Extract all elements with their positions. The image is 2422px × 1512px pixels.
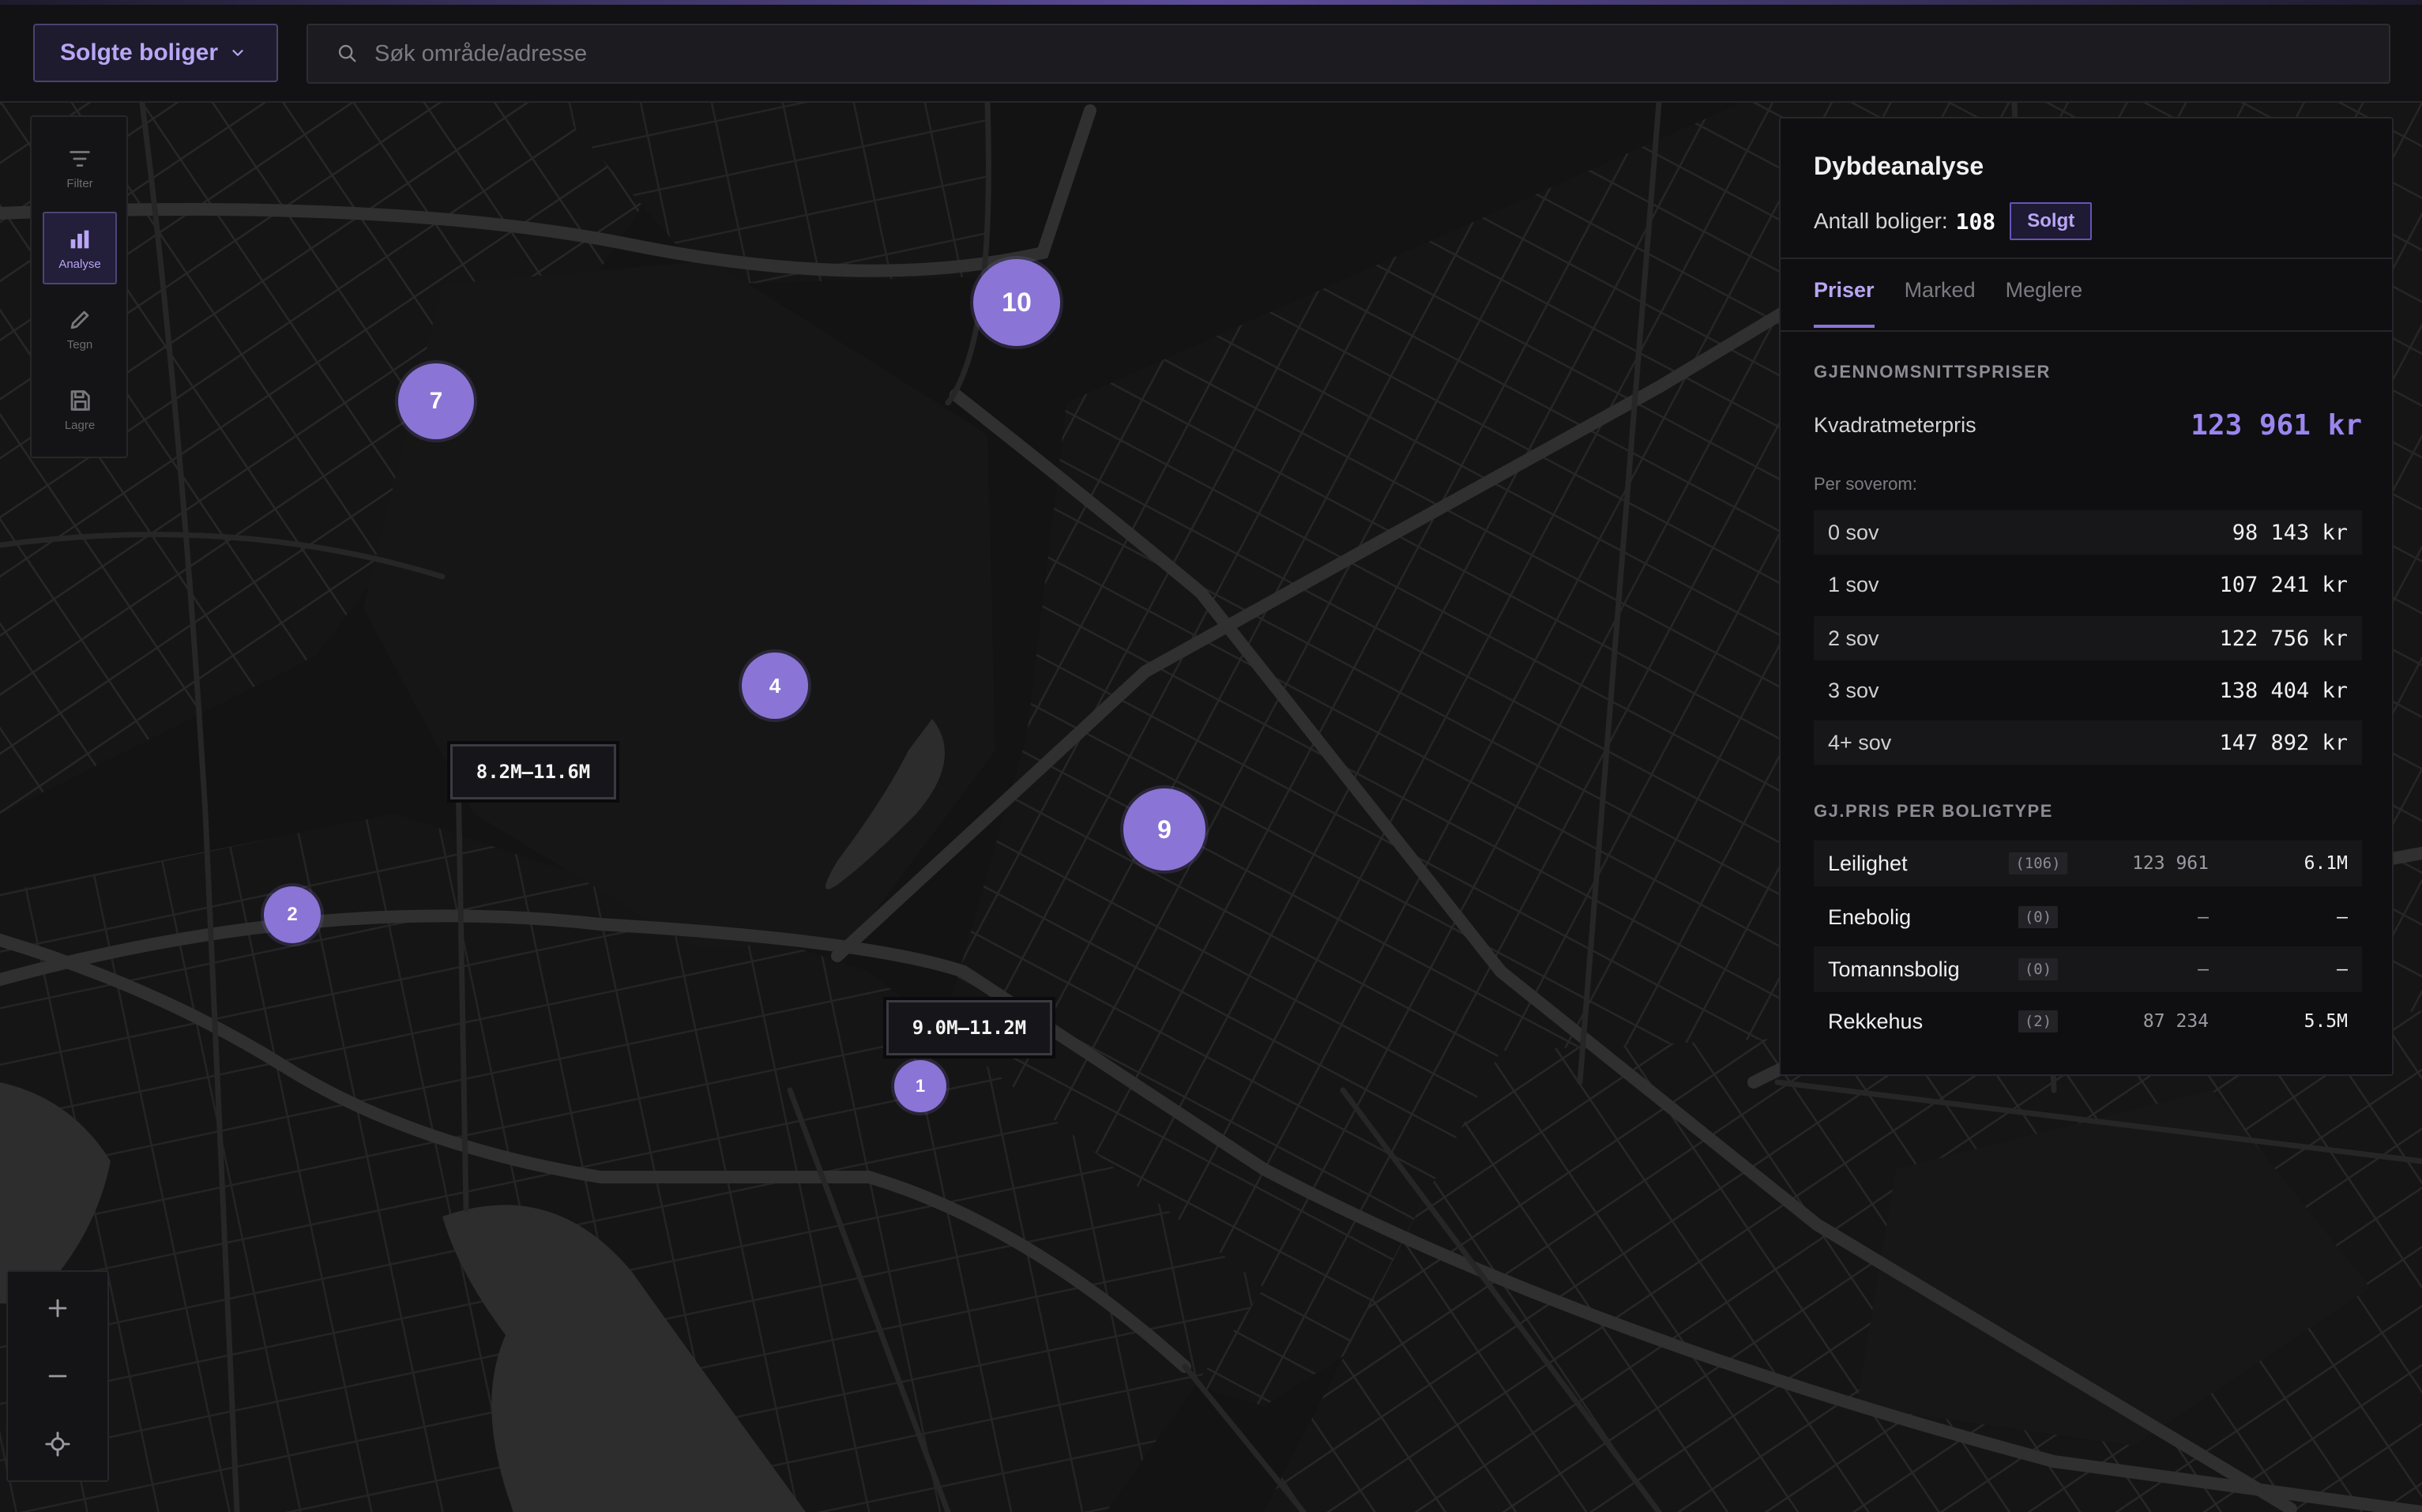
pencil-icon [70,310,89,329]
zoom-out-button[interactable] [8,1343,107,1409]
property-type-row: Rekkehus (2) 87 234 5.5M [1814,999,2362,1044]
map-cluster[interactable]: 7 [398,363,474,439]
property-type-avg: 123 961 [2132,853,2209,874]
property-type-avg: 87 234 [2142,1011,2209,1032]
bedroom-value: 147 892 kr [2219,730,2348,755]
property-type-total: – [2337,907,2348,927]
sqm-price-value: 123 961 kr [2191,409,2362,442]
map-cluster[interactable]: 10 [973,259,1060,346]
property-type-row: Tomannsbolig (0) – – [1814,946,2362,992]
listing-count-label: Antall boliger: [1814,209,1948,233]
locate-button[interactable] [8,1411,107,1477]
property-type-count: (0) [2018,958,2059,980]
section-heading-averages: GJENNOMSNITTSPRISER [1814,362,2051,382]
tab-agents[interactable]: Meglere [2006,278,2083,328]
tool-analyse[interactable]: Analyse [43,212,117,284]
crosshair-icon [45,1431,70,1457]
property-type-name: Leilighet [1828,851,1908,875]
bedroom-label: 2 sov [1828,626,1879,650]
property-type-total: 5.5M [2304,1011,2348,1032]
tool-save[interactable]: Lagre [43,373,117,446]
tool-draw[interactable]: Tegn [43,292,117,365]
tool-label: Lagre [64,418,96,432]
bedroom-row: 4+ sov 147 892 kr [1814,720,2362,765]
property-type-row: Enebolig (0) – – [1814,894,2362,940]
property-type-count: (0) [2018,906,2059,928]
bedroom-row: 2 sov 122 756 kr [1814,616,2362,660]
divider [1781,258,2392,259]
bedroom-row: 0 sov 98 143 kr [1814,510,2362,555]
property-type-total: 6.1M [2304,853,2348,874]
plus-icon [48,1299,67,1318]
section-heading-types: GJ.PRIS PER BOLIGTYPE [1814,801,2053,821]
listing-mode-label: Solgte boliger [60,39,219,66]
listing-count-row: Antall boliger: 108 Solgt [1814,202,2093,240]
bedroom-row: 3 sov 138 404 kr [1814,668,2362,713]
property-type-total: – [2337,959,2348,980]
search-bar[interactable] [307,24,2390,84]
listing-mode-dropdown[interactable]: Solgte boliger [33,24,278,82]
bedroom-value: 122 756 kr [2219,626,2348,651]
minus-icon [48,1375,67,1378]
property-type-count: (106) [2009,852,2067,874]
status-badge: Solgt [2010,202,2093,240]
property-type-avg: – [2198,907,2209,927]
property-type-count: (2) [2018,1010,2059,1032]
search-icon [338,44,356,62]
bedroom-value: 107 241 kr [2219,572,2348,597]
property-type-avg: – [2198,959,2209,980]
panel-title: Dybdeanalyse [1814,152,1984,180]
tool-label: Filter [66,176,93,190]
bedroom-row: 1 sov 107 241 kr [1814,562,2362,607]
price-range-label[interactable]: 8.2M–11.6M [450,744,616,799]
panel-tabs: Priser Marked Meglere [1814,278,2082,328]
bedroom-label: 0 sov [1828,520,1879,544]
bar-chart-icon [70,230,89,248]
tab-market[interactable]: Marked [1905,278,1976,328]
filter-icon [70,150,90,167]
sqm-price-label: Kvadratmeterpris [1814,413,1976,437]
map-cluster[interactable]: 1 [894,1060,946,1112]
property-type-name: Enebolig [1828,905,1912,929]
search-input[interactable] [374,40,2270,67]
property-type-row: Leilighet (106) 123 961 6.1M [1814,841,2362,886]
bedroom-value: 138 404 kr [2219,678,2348,703]
price-range-label[interactable]: 9.0M–11.2M [886,1000,1052,1055]
app-root: 10 7 4 9 2 1 8.2M–11.6M 9.0M–11.2M Solgt… [0,0,2422,1512]
property-type-name: Tomannsbolig [1828,957,1960,981]
bedroom-label: 4+ sov [1828,730,1892,754]
tool-filter[interactable]: Filter [43,131,117,204]
divider [1781,330,2392,332]
tool-label: Analyse [58,257,101,271]
sqm-price-row: Kvadratmeterpris 123 961 kr [1814,409,2362,442]
map-cluster[interactable]: 2 [264,886,321,943]
tab-prices[interactable]: Priser [1814,278,1875,328]
listing-count-value: 108 [1955,208,1996,235]
tool-label: Tegn [66,337,93,352]
map-cluster[interactable]: 9 [1123,788,1205,871]
top-bar: Solgte boliger [0,5,2422,103]
bedroom-value: 98 143 kr [2232,520,2348,545]
tool-panel: Filter Analyse Tegn Lagre [30,115,128,458]
save-icon [70,389,90,411]
property-type-name: Rekkehus [1828,1009,1924,1033]
analysis-panel: Dybdeanalyse Antall boliger: 108 Solgt P… [1779,117,2394,1076]
chevron-down-icon [232,50,243,56]
map-cluster[interactable]: 4 [742,653,808,719]
bedroom-subheading: Per soverom: [1814,474,1917,494]
bedroom-label: 3 sov [1828,678,1879,702]
zoom-in-button[interactable] [8,1275,107,1341]
zoom-controls [6,1270,109,1482]
bedroom-label: 1 sov [1828,572,1879,596]
